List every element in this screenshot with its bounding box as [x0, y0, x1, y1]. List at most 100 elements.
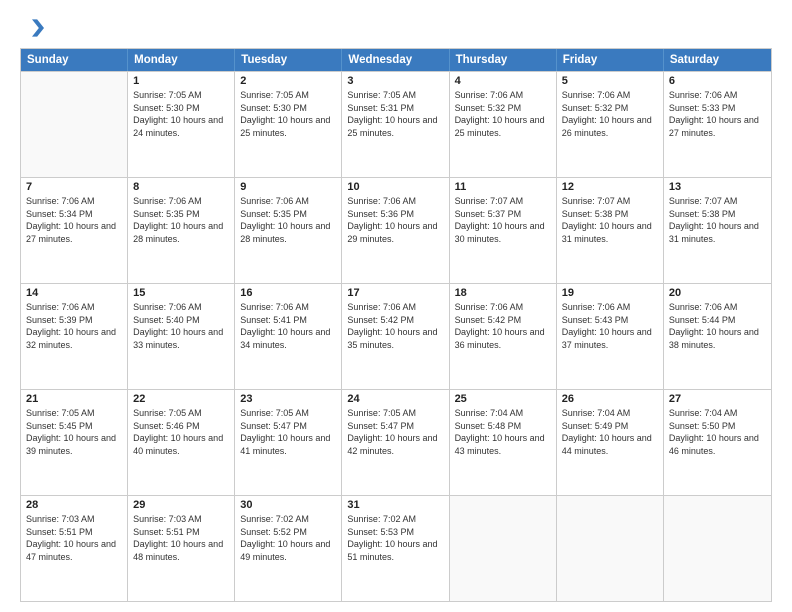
day-info: Sunrise: 7:06 AMSunset: 5:35 PMDaylight:… — [133, 195, 229, 245]
day-info: Sunrise: 7:05 AMSunset: 5:30 PMDaylight:… — [240, 89, 336, 139]
day-info: Sunrise: 7:06 AMSunset: 5:42 PMDaylight:… — [455, 301, 551, 351]
day-info: Sunrise: 7:06 AMSunset: 5:32 PMDaylight:… — [562, 89, 658, 139]
day-info: Sunrise: 7:06 AMSunset: 5:39 PMDaylight:… — [26, 301, 122, 351]
day-number: 16 — [240, 287, 336, 299]
day-number: 7 — [26, 181, 122, 193]
calendar-cell: 12 Sunrise: 7:07 AMSunset: 5:38 PMDayligh… — [557, 178, 664, 283]
calendar-cell: 16 Sunrise: 7:06 AMSunset: 5:41 PMDayligh… — [235, 284, 342, 389]
day-info: Sunrise: 7:06 AMSunset: 5:32 PMDaylight:… — [455, 89, 551, 139]
day-number: 6 — [669, 75, 766, 87]
day-info: Sunrise: 7:06 AMSunset: 5:42 PMDaylight:… — [347, 301, 443, 351]
calendar-cell: 30 Sunrise: 7:02 AMSunset: 5:52 PMDayligh… — [235, 496, 342, 601]
calendar-cell: 3 Sunrise: 7:05 AMSunset: 5:31 PMDaylight… — [342, 72, 449, 177]
day-info: Sunrise: 7:06 AMSunset: 5:40 PMDaylight:… — [133, 301, 229, 351]
calendar-header: SundayMondayTuesdayWednesdayThursdayFrid… — [21, 49, 771, 71]
day-info: Sunrise: 7:06 AMSunset: 5:36 PMDaylight:… — [347, 195, 443, 245]
day-info: Sunrise: 7:02 AMSunset: 5:52 PMDaylight:… — [240, 513, 336, 563]
day-number: 5 — [562, 75, 658, 87]
day-info: Sunrise: 7:04 AMSunset: 5:49 PMDaylight:… — [562, 407, 658, 457]
calendar-cell: 23 Sunrise: 7:05 AMSunset: 5:47 PMDayligh… — [235, 390, 342, 495]
day-number: 13 — [669, 181, 766, 193]
day-number: 22 — [133, 393, 229, 405]
day-number: 8 — [133, 181, 229, 193]
day-info: Sunrise: 7:05 AMSunset: 5:46 PMDaylight:… — [133, 407, 229, 457]
calendar-cell: 7 Sunrise: 7:06 AMSunset: 5:34 PMDaylight… — [21, 178, 128, 283]
calendar-cell: 10 Sunrise: 7:06 AMSunset: 5:36 PMDayligh… — [342, 178, 449, 283]
calendar-cell: 4 Sunrise: 7:06 AMSunset: 5:32 PMDaylight… — [450, 72, 557, 177]
calendar-cell: 5 Sunrise: 7:06 AMSunset: 5:32 PMDaylight… — [557, 72, 664, 177]
day-info: Sunrise: 7:07 AMSunset: 5:38 PMDaylight:… — [669, 195, 766, 245]
day-number: 1 — [133, 75, 229, 87]
day-number: 23 — [240, 393, 336, 405]
day-number: 4 — [455, 75, 551, 87]
calendar-cell: 20 Sunrise: 7:06 AMSunset: 5:44 PMDayligh… — [664, 284, 771, 389]
calendar-cell: 28Sunrise: 7:03 AMSunset: 5:51 PMDayligh… — [21, 496, 128, 601]
calendar: SundayMondayTuesdayWednesdayThursdayFrid… — [20, 48, 772, 602]
calendar-cell: 27 Sunrise: 7:04 AMSunset: 5:50 PMDayligh… — [664, 390, 771, 495]
day-header-sunday: Sunday — [21, 49, 128, 71]
calendar-cell — [664, 496, 771, 601]
calendar-cell: 26Sunrise: 7:04 AMSunset: 5:49 PMDayligh… — [557, 390, 664, 495]
calendar-cell: 29Sunrise: 7:03 AMSunset: 5:51 PMDayligh… — [128, 496, 235, 601]
day-number: 31 — [347, 499, 443, 511]
day-number: 12 — [562, 181, 658, 193]
day-number: 30 — [240, 499, 336, 511]
calendar-cell: 2Sunrise: 7:05 AMSunset: 5:30 PMDaylight… — [235, 72, 342, 177]
day-number: 18 — [455, 287, 551, 299]
calendar-cell: 24 Sunrise: 7:05 AMSunset: 5:47 PMDayligh… — [342, 390, 449, 495]
calendar-cell: 15Sunrise: 7:06 AMSunset: 5:40 PMDayligh… — [128, 284, 235, 389]
day-number: 14 — [26, 287, 122, 299]
day-info: Sunrise: 7:06 AMSunset: 5:35 PMDaylight:… — [240, 195, 336, 245]
day-info: Sunrise: 7:04 AMSunset: 5:50 PMDaylight:… — [669, 407, 766, 457]
calendar-cell — [21, 72, 128, 177]
week-row: 14 Sunrise: 7:06 AMSunset: 5:39 PMDayligh… — [21, 283, 771, 389]
day-number: 17 — [347, 287, 443, 299]
day-info: Sunrise: 7:02 AMSunset: 5:53 PMDaylight:… — [347, 513, 443, 563]
calendar-cell — [450, 496, 557, 601]
calendar-cell: 14 Sunrise: 7:06 AMSunset: 5:39 PMDayligh… — [21, 284, 128, 389]
calendar-cell: 18 Sunrise: 7:06 AMSunset: 5:42 PMDayligh… — [450, 284, 557, 389]
day-info: Sunrise: 7:07 AMSunset: 5:38 PMDaylight:… — [562, 195, 658, 245]
day-info: Sunrise: 7:07 AMSunset: 5:37 PMDaylight:… — [455, 195, 551, 245]
day-number: 3 — [347, 75, 443, 87]
day-info: Sunrise: 7:06 AMSunset: 5:33 PMDaylight:… — [669, 89, 766, 139]
day-info: Sunrise: 7:05 AMSunset: 5:47 PMDaylight:… — [347, 407, 443, 457]
day-info: Sunrise: 7:06 AMSunset: 5:44 PMDaylight:… — [669, 301, 766, 351]
day-number: 25 — [455, 393, 551, 405]
calendar-cell: 22 Sunrise: 7:05 AMSunset: 5:46 PMDayligh… — [128, 390, 235, 495]
day-info: Sunrise: 7:06 AMSunset: 5:41 PMDaylight:… — [240, 301, 336, 351]
calendar-cell — [557, 496, 664, 601]
calendar-cell: 19 Sunrise: 7:06 AMSunset: 5:43 PMDayligh… — [557, 284, 664, 389]
page: SundayMondayTuesdayWednesdayThursdayFrid… — [0, 0, 792, 612]
day-info: Sunrise: 7:05 AMSunset: 5:45 PMDaylight:… — [26, 407, 122, 457]
week-row: 28Sunrise: 7:03 AMSunset: 5:51 PMDayligh… — [21, 495, 771, 601]
day-info: Sunrise: 7:05 AMSunset: 5:47 PMDaylight:… — [240, 407, 336, 457]
week-row: 1 Sunrise: 7:05 AMSunset: 5:30 PMDaylight… — [21, 71, 771, 177]
calendar-cell: 1Sunrise: 7:05 AMSunset: 5:30 PMDaylight… — [128, 72, 235, 177]
calendar-body: 1 Sunrise: 7:05 AMSunset: 5:30 PMDaylight… — [21, 71, 771, 601]
day-number: 11 — [455, 181, 551, 193]
day-header-wednesday: Wednesday — [342, 49, 449, 71]
logo-icon — [20, 16, 44, 40]
calendar-cell: 6 Sunrise: 7:06 AMSunset: 5:33 PMDaylight… — [664, 72, 771, 177]
day-header-friday: Friday — [557, 49, 664, 71]
day-number: 21 — [26, 393, 122, 405]
day-number: 19 — [562, 287, 658, 299]
calendar-cell: 21 Sunrise: 7:05 AMSunset: 5:45 PMDayligh… — [21, 390, 128, 495]
day-info: Sunrise: 7:05 AMSunset: 5:31 PMDaylight:… — [347, 89, 443, 139]
calendar-cell: 17 Sunrise: 7:06 AMSunset: 5:42 PMDayligh… — [342, 284, 449, 389]
day-number: 10 — [347, 181, 443, 193]
week-row: 21 Sunrise: 7:05 AMSunset: 5:45 PMDayligh… — [21, 389, 771, 495]
header — [20, 16, 772, 40]
day-header-thursday: Thursday — [450, 49, 557, 71]
logo — [20, 16, 48, 40]
day-header-tuesday: Tuesday — [235, 49, 342, 71]
day-info: Sunrise: 7:03 AMSunset: 5:51 PMDaylight:… — [133, 513, 229, 563]
day-info: Sunrise: 7:06 AMSunset: 5:43 PMDaylight:… — [562, 301, 658, 351]
day-number: 24 — [347, 393, 443, 405]
day-number: 20 — [669, 287, 766, 299]
calendar-cell: 11 Sunrise: 7:07 AMSunset: 5:37 PMDayligh… — [450, 178, 557, 283]
day-number: 27 — [669, 393, 766, 405]
day-info: Sunrise: 7:06 AMSunset: 5:34 PMDaylight:… — [26, 195, 122, 245]
day-info: Sunrise: 7:04 AMSunset: 5:48 PMDaylight:… — [455, 407, 551, 457]
